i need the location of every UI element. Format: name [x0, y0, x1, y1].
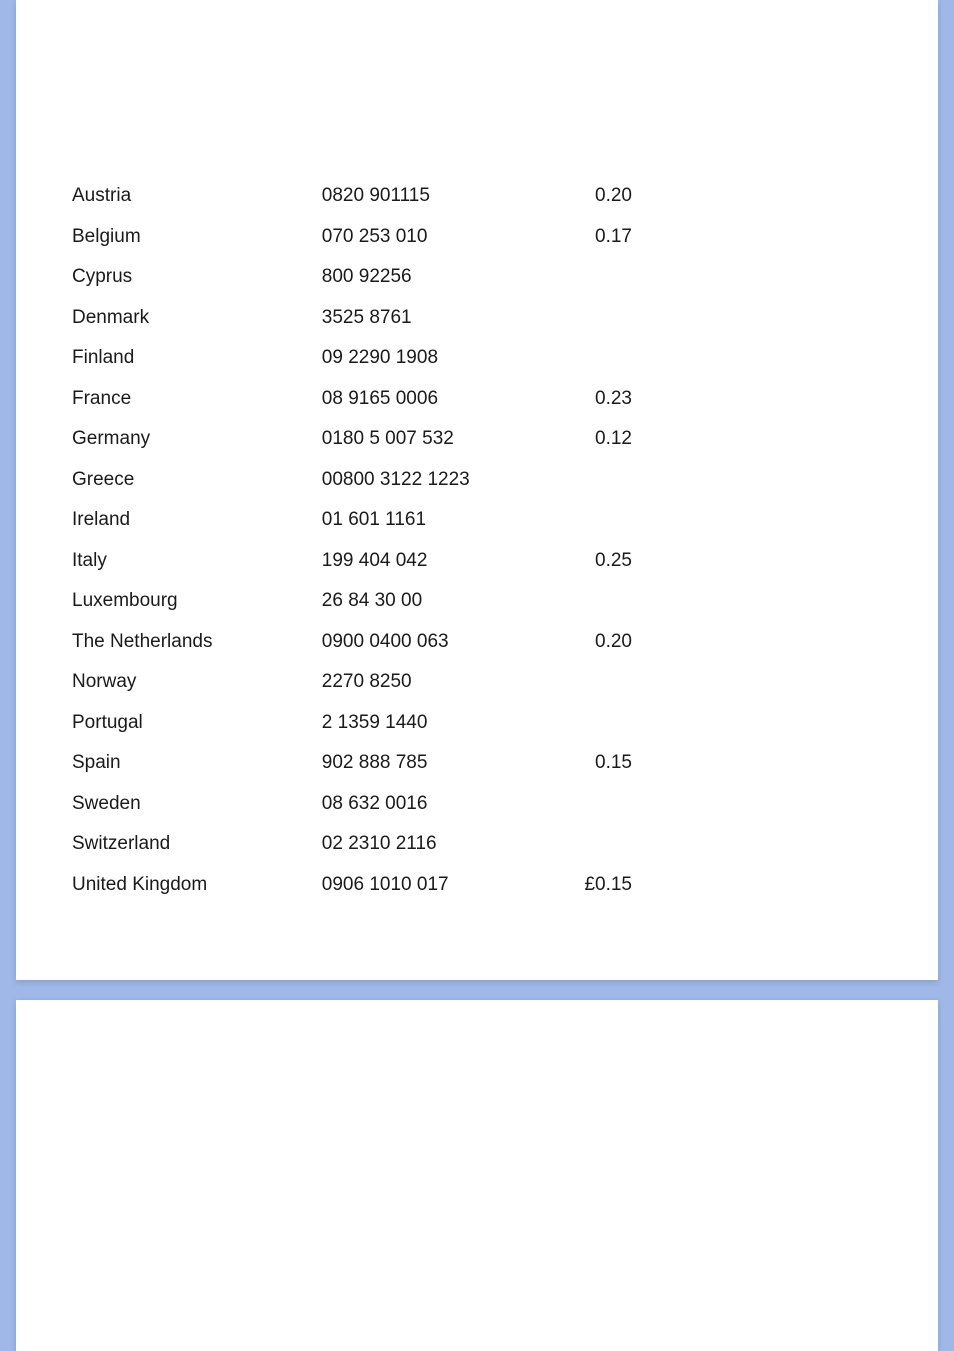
table-row: Norway2270 8250	[72, 662, 632, 703]
number-cell: 800 92256	[322, 257, 552, 298]
number-cell: 02 2310 2116	[322, 824, 552, 865]
table-row: France08 9165 00060.23	[72, 379, 632, 420]
country-cell: Switzerland	[72, 824, 322, 865]
number-cell: 08 9165 0006	[322, 379, 552, 420]
country-cell: Finland	[72, 338, 322, 379]
number-cell: 070 253 010	[322, 217, 552, 258]
next-document-page	[16, 1000, 938, 1351]
country-cell: Ireland	[72, 500, 322, 541]
country-cell: Spain	[72, 743, 322, 784]
country-cell: Italy	[72, 541, 322, 582]
country-cell: United Kingdom	[72, 865, 322, 906]
country-cell: Belgium	[72, 217, 322, 258]
number-cell: 0900 0400 063	[322, 622, 552, 663]
table-row: Austria0820 9011150.20	[72, 176, 632, 217]
table-row: Belgium070 253 0100.17	[72, 217, 632, 258]
table-row: Finland09 2290 1908	[72, 338, 632, 379]
cost-cell	[551, 662, 632, 703]
table-row: Italy199 404 0420.25	[72, 541, 632, 582]
cost-cell	[551, 460, 632, 501]
table-row: Portugal2 1359 1440	[72, 703, 632, 744]
table-row: Ireland01 601 1161	[72, 500, 632, 541]
number-cell: 01 601 1161	[322, 500, 552, 541]
cost-cell: 0.17	[551, 217, 632, 258]
cost-cell: 0.23	[551, 379, 632, 420]
table-row: Luxembourg26 84 30 00	[72, 581, 632, 622]
cost-cell	[551, 338, 632, 379]
table-row: Denmark3525 8761	[72, 298, 632, 339]
country-cell: Austria	[72, 176, 322, 217]
number-cell: 26 84 30 00	[322, 581, 552, 622]
document-page: Austria0820 9011150.20Belgium070 253 010…	[16, 0, 938, 980]
table-row: Switzerland02 2310 2116	[72, 824, 632, 865]
cost-cell: 0.20	[551, 622, 632, 663]
number-cell: 2270 8250	[322, 662, 552, 703]
number-cell: 3525 8761	[322, 298, 552, 339]
cost-cell	[551, 824, 632, 865]
country-cell: Norway	[72, 662, 322, 703]
table-row: The Netherlands0900 0400 0630.20	[72, 622, 632, 663]
number-cell: 2 1359 1440	[322, 703, 552, 744]
cost-cell	[551, 257, 632, 298]
table-row: Greece00800 3122 1223	[72, 460, 632, 501]
cost-cell	[551, 298, 632, 339]
page-content: Austria0820 9011150.20Belgium070 253 010…	[16, 0, 938, 945]
number-cell: 0180 5 007 532	[322, 419, 552, 460]
cost-cell	[551, 703, 632, 744]
number-cell: 00800 3122 1223	[322, 460, 552, 501]
table-row: Germany0180 5 007 5320.12	[72, 419, 632, 460]
country-cell: Greece	[72, 460, 322, 501]
table-row: Cyprus800 92256	[72, 257, 632, 298]
country-cell: Luxembourg	[72, 581, 322, 622]
table-row: Sweden08 632 0016	[72, 784, 632, 825]
number-cell: 902 888 785	[322, 743, 552, 784]
country-cell: Portugal	[72, 703, 322, 744]
phone-numbers-table: Austria0820 9011150.20Belgium070 253 010…	[72, 176, 632, 905]
cost-cell	[551, 500, 632, 541]
cost-cell: £0.15	[551, 865, 632, 906]
country-cell: France	[72, 379, 322, 420]
country-cell: Germany	[72, 419, 322, 460]
number-cell: 0906 1010 017	[322, 865, 552, 906]
country-cell: Sweden	[72, 784, 322, 825]
cost-cell	[551, 581, 632, 622]
country-cell: Denmark	[72, 298, 322, 339]
number-cell: 199 404 042	[322, 541, 552, 582]
number-cell: 08 632 0016	[322, 784, 552, 825]
number-cell: 09 2290 1908	[322, 338, 552, 379]
cost-cell: 0.20	[551, 176, 632, 217]
cost-cell	[551, 784, 632, 825]
table-row: United Kingdom0906 1010 017£0.15	[72, 865, 632, 906]
table-row: Spain902 888 7850.15	[72, 743, 632, 784]
cost-cell: 0.12	[551, 419, 632, 460]
country-cell: The Netherlands	[72, 622, 322, 663]
cost-cell: 0.25	[551, 541, 632, 582]
number-cell: 0820 901115	[322, 176, 552, 217]
country-cell: Cyprus	[72, 257, 322, 298]
cost-cell: 0.15	[551, 743, 632, 784]
